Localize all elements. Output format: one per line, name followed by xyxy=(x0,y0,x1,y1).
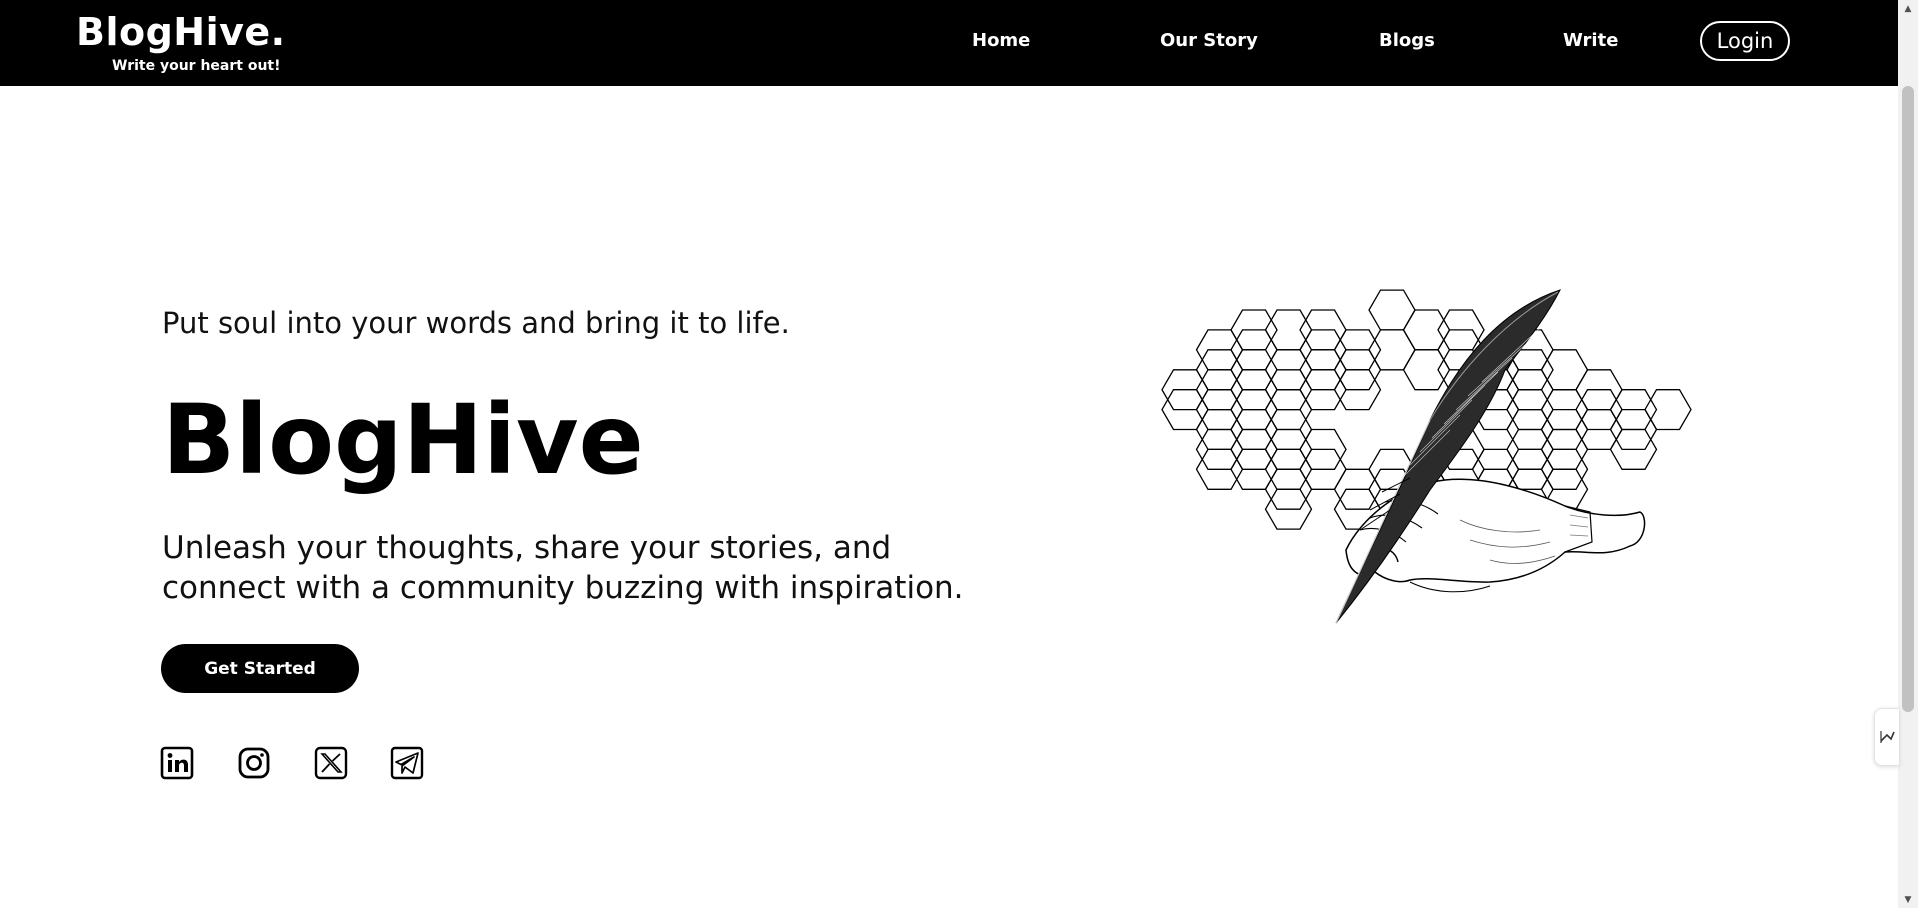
linkedin-icon[interactable] xyxy=(160,746,194,780)
honeycomb-cell xyxy=(1368,289,1416,331)
side-panel-icon xyxy=(1880,731,1895,743)
scroll-up-arrow-icon[interactable]: ▲ xyxy=(1898,0,1918,17)
get-started-button[interactable]: Get Started xyxy=(161,644,359,693)
telegram-icon[interactable] xyxy=(390,746,424,780)
x-icon[interactable] xyxy=(314,746,348,780)
honeycomb-cell xyxy=(1402,309,1451,351)
side-panel-tab[interactable] xyxy=(1874,708,1899,766)
scrollbar-thumb[interactable] xyxy=(1902,86,1914,712)
honeycomb-cell xyxy=(1264,309,1313,351)
login-button[interactable]: Login xyxy=(1700,21,1790,61)
hero-tagline: Put soul into your words and bring it to… xyxy=(162,306,790,340)
honeycomb-cell xyxy=(1540,349,1589,391)
quill-honeycomb-illustration xyxy=(1160,280,1750,690)
brand-name: BlogHive. xyxy=(76,10,286,54)
nav-link-write[interactable]: Write xyxy=(1563,30,1618,51)
navbar: BlogHive. Write your heart out! Home Our… xyxy=(0,0,1898,86)
scroll-down-arrow-icon[interactable]: ▼ xyxy=(1898,891,1918,908)
nav-link-blogs[interactable]: Blogs xyxy=(1379,30,1435,51)
hero-description: Unleash your thoughts, share your storie… xyxy=(162,530,964,606)
nav-link-our-story[interactable]: Our Story xyxy=(1160,30,1258,51)
honeycomb-cell xyxy=(1368,329,1416,371)
brand-logo[interactable]: BlogHive. Write your heart out! xyxy=(76,10,286,74)
vertical-scrollbar[interactable]: ▲ ▼ xyxy=(1898,0,1918,908)
hero-title: BlogHive xyxy=(162,384,644,496)
nav-link-home[interactable]: Home xyxy=(972,30,1030,51)
honeycomb-cell xyxy=(1402,349,1451,391)
instagram-icon[interactable] xyxy=(237,746,271,780)
honeycomb-cell xyxy=(1644,389,1692,431)
brand-tagline: Write your heart out! xyxy=(112,58,281,74)
